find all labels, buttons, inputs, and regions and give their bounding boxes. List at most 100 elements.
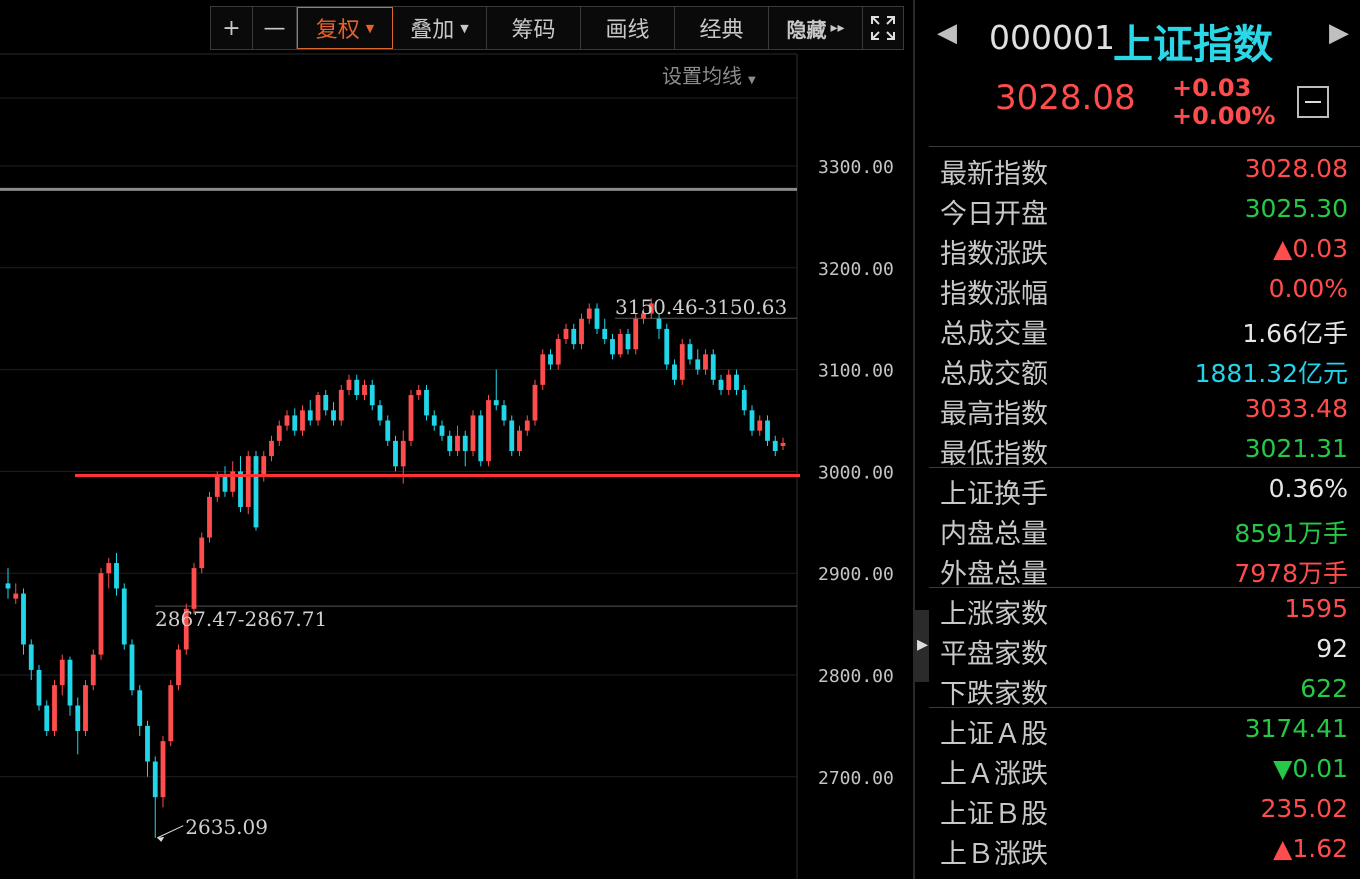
stat-value: ▲0.03 [1273,234,1348,263]
rights-dropdown[interactable]: 复权 ▼ [297,7,393,49]
range-low-annotation: 2867.47-2867.71 [155,607,327,631]
candle-body [625,333,631,350]
stat-row: 内盘总量 8591万手 [929,508,1360,550]
stat-label: 指数涨跌 [940,239,1048,270]
prev-stock-button[interactable]: ◀ [937,18,957,48]
next-stock-button[interactable]: ▶ [1329,18,1349,48]
stat-label: 下跌家数 [940,679,1048,710]
fullscreen-button[interactable] [863,7,903,49]
candle-body [284,415,290,426]
candle-body [757,420,763,431]
chevron-right-icon: ▸ [917,632,929,657]
candle-body [354,379,360,396]
stat-row: 外盘总量 7978万手 [929,548,1360,590]
candle-body [106,563,112,574]
stat-value: 0.36% [1268,474,1348,503]
draw-button[interactable]: 画线 [581,7,675,49]
chips-button[interactable]: 筹码 [487,7,581,49]
hide-button[interactable]: 隐藏 ▸▸ [769,7,863,49]
candle-body [726,374,732,390]
candle-body [83,685,88,731]
panel-divider[interactable] [913,0,915,879]
stat-value: 3021.31 [1244,434,1348,463]
candle-body [656,318,662,329]
candle-body [710,354,716,380]
caret-down-icon: ▼ [748,75,756,86]
stat-row: 总成交量 1.66亿手 [929,308,1360,350]
kline-chart[interactable]: 3300.00 3200.00 3100.00 3000.00 2900.00 2800.… [0,0,915,879]
low-pointer-line [157,825,184,839]
stat-row: 最新指数 3028.08 [929,148,1360,190]
stat-value: 3025.30 [1244,194,1348,223]
stat-value: 7978万手 [1234,559,1348,588]
candle-body [331,410,336,421]
stock-name: 上证指数 [1113,22,1273,68]
stat-row: 平盘家数 92 [929,628,1360,670]
candle-body [59,659,65,686]
candle-body [176,649,181,686]
candle-body [261,456,267,477]
candle-body [362,384,367,396]
stat-label: 外盘总量 [940,559,1048,590]
stat-label: 最新指数 [940,159,1048,190]
candle-body [269,440,274,457]
candle-body [493,400,499,406]
ma-setting-dropdown[interactable]: 设置均线 ▼ [662,60,756,89]
candle-body [114,563,119,589]
y-tick-label: 2900.00 [818,564,894,585]
candle-body [145,725,150,762]
candle-body [517,430,522,452]
kline-chart-area[interactable]: 3300.00 3200.00 3100.00 3000.00 2900.00 2800.… [0,0,915,879]
candle-body [21,593,26,645]
collapse-panel-button[interactable]: ▸ [915,610,929,682]
candle-body [160,741,166,798]
candle-body [610,339,615,355]
stat-label: 总成交量 [940,319,1048,350]
stat-label: 上Ｂ涨跌 [940,839,1048,870]
candle-body [571,328,577,345]
caret-down-icon: ▼ [460,21,469,35]
candle-body [307,410,313,421]
zoom-in-button[interactable]: + [211,7,253,49]
candle-body [5,583,11,589]
stat-label: 最低指数 [940,439,1048,470]
overlay-dropdown[interactable]: 叠加 ▼ [393,7,487,49]
candle-body [509,420,515,452]
candle-body [462,435,468,452]
stat-value: 0.00% [1268,274,1348,303]
stat-value: 92 [1316,634,1348,663]
stat-label: 上证Ａ股 [940,719,1048,750]
candle-body [703,354,708,370]
stat-label: 上证换手 [940,479,1048,510]
candle-body [393,440,398,467]
candle-body [28,644,34,670]
candle-body [129,644,135,691]
fullscreen-icon [871,16,895,40]
stat-row: 上证Ａ股 3174.41 [929,708,1360,750]
candle-body [633,318,639,350]
candle-body [377,405,383,421]
candle-body [741,389,747,411]
candle-body [734,374,739,390]
stat-row: 上证Ｂ股 235.02 [929,788,1360,830]
candle-body [687,344,693,360]
stat-row: 上Ｂ涨跌 ▲1.62 [929,828,1360,870]
y-tick-label: 2700.00 [818,768,894,789]
stat-value: 235.02 [1260,794,1348,823]
classic-button[interactable]: 经典 [675,7,769,49]
stat-label: 今日开盘 [940,199,1048,230]
stat-label: 上证Ｂ股 [940,799,1048,830]
rights-label: 复权 [315,18,360,43]
candle-body [191,568,197,609]
remove-watchlist-button[interactable] [1297,86,1329,118]
candle-body [478,415,484,462]
stat-row: 下跌家数 622 [929,668,1360,710]
candle-body [548,354,553,365]
stat-label: 最高指数 [940,399,1048,430]
candle-body [300,410,305,431]
ma-setting-label: 设置均线 [662,64,742,88]
zoom-out-button[interactable]: — [253,7,297,49]
double-chevron-right-icon: ▸▸ [830,20,845,36]
candle-body [90,654,96,686]
candle-body [75,705,81,731]
